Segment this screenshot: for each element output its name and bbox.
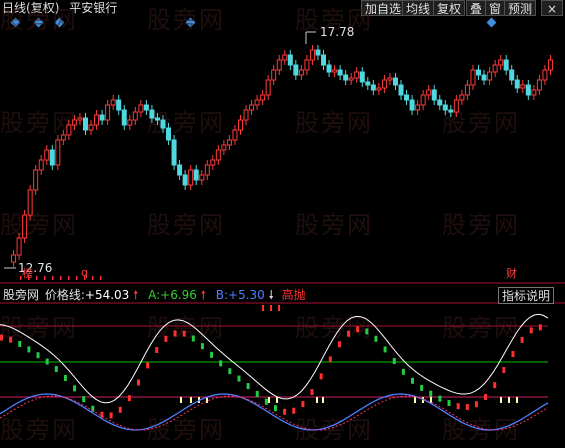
- signal-bar: [63, 374, 67, 381]
- bottom-tick: [414, 397, 416, 403]
- signal-bar: [182, 330, 186, 337]
- signal-bar: [274, 405, 277, 412]
- bottom-tick: [508, 397, 510, 403]
- signal-bar: [511, 350, 515, 357]
- signal-bar: [0, 334, 3, 341]
- signal-bar: [520, 336, 524, 343]
- top-tick: [270, 305, 272, 311]
- signal-bar: [264, 398, 268, 405]
- signal-bar: [283, 408, 287, 415]
- bottom-tick: [322, 397, 324, 403]
- bottom-tick: [190, 397, 192, 403]
- signal-bar: [191, 335, 195, 342]
- signal-bar: [438, 395, 442, 402]
- signal-bar: [292, 407, 296, 414]
- signal-bar: [310, 389, 314, 396]
- signal-bar: [392, 358, 396, 365]
- signal-bar: [118, 406, 122, 413]
- signal-bar: [356, 326, 360, 333]
- top-tick: [262, 305, 264, 311]
- signal-bar: [328, 356, 332, 363]
- signal-bar: [337, 341, 341, 348]
- signal-bar: [164, 335, 168, 342]
- signal-bar: [255, 390, 259, 397]
- signal-bar: [420, 384, 424, 391]
- signal-bar: [484, 393, 488, 400]
- signal-bar: [502, 367, 506, 374]
- bottom-tick: [316, 397, 318, 403]
- signal-bar: [45, 358, 49, 365]
- signal-bar: [54, 365, 58, 372]
- signal-bar: [456, 403, 460, 410]
- signal-bar: [18, 341, 22, 348]
- signal-bar: [82, 396, 86, 403]
- signal-bar: [73, 385, 77, 392]
- signal-bar: [347, 330, 351, 337]
- signal-bar: [137, 379, 140, 386]
- signal-bar: [109, 412, 113, 419]
- signal-bar: [538, 324, 542, 331]
- signal-bar: [219, 360, 223, 367]
- bottom-tick: [500, 397, 502, 403]
- signal-bar: [529, 327, 533, 334]
- signal-bar: [173, 330, 177, 337]
- signal-bar: [228, 368, 232, 375]
- signal-bar: [301, 401, 305, 408]
- signal-bar: [9, 336, 13, 343]
- bottom-tick: [180, 397, 182, 403]
- signal-bar: [411, 377, 414, 384]
- signal-bar: [447, 399, 451, 406]
- signal-bar: [210, 351, 214, 358]
- signal-bar: [36, 352, 40, 359]
- signal-bar: [365, 328, 369, 335]
- signal-bar: [401, 368, 405, 375]
- signal-bar: [246, 383, 250, 390]
- signal-bar: [155, 346, 159, 353]
- bottom-tick: [516, 397, 518, 403]
- signal-bar: [374, 335, 378, 342]
- signal-bar: [493, 382, 497, 389]
- signal-bar: [319, 373, 323, 380]
- signal-bar: [146, 362, 150, 369]
- signal-bar: [200, 343, 204, 350]
- top-tick: [278, 305, 280, 311]
- bottom-tick: [268, 397, 270, 403]
- indicator-chart[interactable]: [0, 0, 565, 448]
- signal-bar: [237, 375, 241, 382]
- price-line: [0, 313, 549, 404]
- signal-bar: [474, 401, 478, 408]
- signal-bar: [429, 390, 433, 397]
- signal-bar: [383, 346, 387, 353]
- bottom-tick: [276, 397, 278, 403]
- signal-bar: [127, 395, 131, 402]
- signal-bar: [465, 404, 469, 411]
- signal-bar: [27, 346, 31, 353]
